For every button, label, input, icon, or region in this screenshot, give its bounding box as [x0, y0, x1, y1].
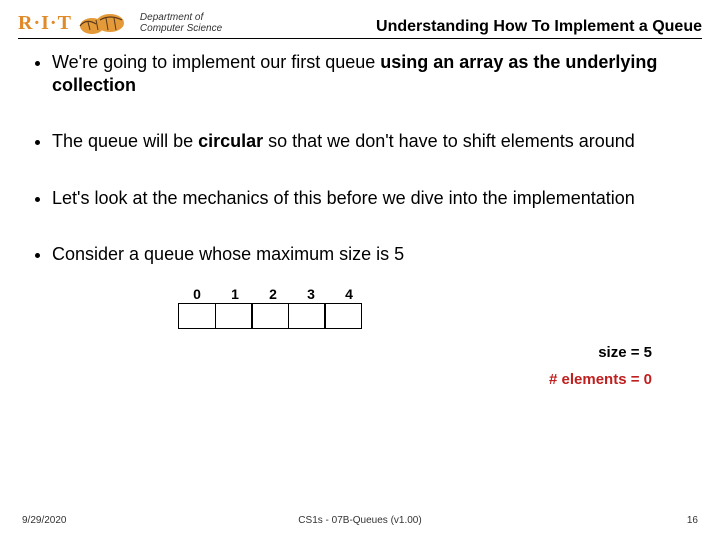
queue-size-label: size =: [598, 344, 643, 361]
rit-logo-text: R·I·T: [18, 12, 72, 35]
queue-cell: [324, 303, 362, 329]
footer-page: 16: [687, 515, 698, 526]
queue-cells: [178, 303, 692, 329]
bullet-2-pre: The queue will be: [52, 131, 198, 151]
queue-diagram: 0 1 2 3 4: [178, 286, 692, 330]
bullet-4: Consider a queue whose maximum size is 5: [52, 243, 692, 266]
queue-cell: [178, 303, 216, 329]
bullet-2-post: so that we don't have to shift elements …: [263, 131, 635, 151]
bullet-1-pre: We're going to implement our first queue: [52, 52, 380, 72]
tiger-icon: [76, 10, 130, 36]
queue-index: 4: [330, 286, 368, 304]
dept-label: Department of Computer Science: [140, 12, 222, 34]
footer-course: CS1s - 07B-Queues (v1.00): [298, 515, 421, 526]
queue-index: 2: [254, 286, 292, 304]
queue-elements-value: 0: [644, 371, 652, 388]
dept-line1: Department of: [140, 12, 222, 23]
rit-logo: R·I·T: [18, 10, 130, 36]
slide-title: Understanding How To Implement a Queue: [222, 18, 702, 36]
dept-line2: Computer Science: [140, 23, 222, 34]
queue-size: size = 5: [28, 339, 652, 366]
slide-header: R·I·T Department of Computer Science Und…: [0, 0, 720, 36]
queue-index: 3: [292, 286, 330, 304]
queue-index-row: 0 1 2 3 4: [178, 286, 692, 304]
bullet-1: We're going to implement our first queue…: [52, 51, 692, 96]
queue-cell: [288, 303, 326, 329]
bullet-3: Let's look at the mechanics of this befo…: [52, 187, 692, 210]
queue-meta: size = 5 # elements = 0: [28, 339, 692, 393]
footer-date: 9/29/2020: [22, 515, 67, 526]
slide-content: We're going to implement our first queue…: [0, 39, 720, 393]
title-block: Understanding How To Implement a Queue: [222, 18, 702, 36]
logo-area: R·I·T Department of Computer Science: [18, 10, 222, 36]
slide-footer: 9/29/2020 CS1s - 07B-Queues (v1.00) 16: [0, 515, 720, 526]
queue-cell: [215, 303, 253, 329]
queue-elements-label: # elements =: [549, 371, 644, 388]
queue-index: 1: [216, 286, 254, 304]
bullet-2-bold: circular: [198, 131, 263, 151]
queue-cell: [251, 303, 289, 329]
queue-index: 0: [178, 286, 216, 304]
queue-elements: # elements = 0: [28, 366, 652, 393]
queue-size-value: 5: [644, 344, 652, 361]
bullet-2: The queue will be circular so that we do…: [52, 130, 692, 153]
